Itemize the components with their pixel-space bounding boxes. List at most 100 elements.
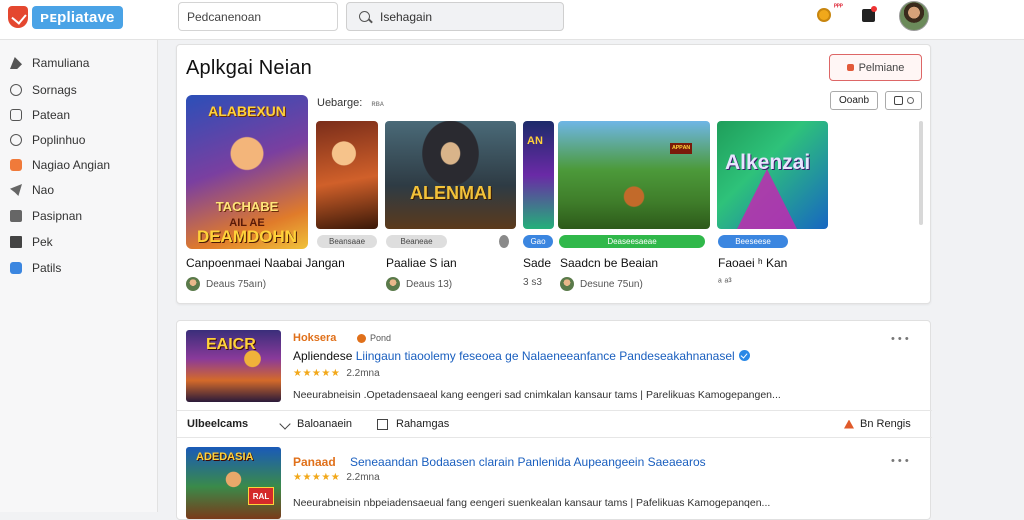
alert-icon: [844, 419, 854, 429]
sidebar: Ramuliana Sornags Patean Poplinhuo Nagia…: [0, 40, 158, 512]
action-checkbox[interactable]: Rahamgas: [377, 418, 449, 430]
sidebar-item-poplinhuo[interactable]: Poplinhuo: [10, 131, 85, 149]
triangle-shape: [737, 169, 797, 229]
rating-stars: ★★★★★ 2.2mna: [293, 472, 380, 483]
game-meta: Deaus 13): [386, 277, 452, 291]
tag-pill[interactable]: Gao: [523, 235, 553, 248]
pencil-icon: [279, 418, 291, 430]
sidebar-item-label: Ramuliana: [32, 56, 90, 70]
coin-icon[interactable]: [817, 8, 831, 22]
game-thumbnail-4[interactable]: ᴬᴾᴾᴬᴺ: [558, 121, 710, 229]
logo-text: ᴘᴇpliatave: [32, 5, 123, 29]
app-logo[interactable]: ᴘᴇpliatave: [8, 4, 123, 30]
more-options-icon[interactable]: • • •: [891, 455, 909, 467]
sidebar-item-nagiao-angian[interactable]: Nagiao Angian: [10, 156, 110, 174]
bag-icon[interactable]: [862, 6, 877, 22]
book-icon: [10, 236, 22, 248]
game-thumbnail-3[interactable]: AN: [523, 121, 554, 229]
filter-search-input[interactable]: Pedcanenoan: [178, 2, 338, 31]
sidebar-item-nao[interactable]: Nao: [10, 181, 54, 199]
game-thumbnail-2[interactable]: ALENMAI: [385, 121, 516, 229]
list-item-title[interactable]: Hoksera: [293, 332, 336, 344]
open-button[interactable]: Ooanb: [830, 91, 878, 110]
primary-button[interactable]: Pelmiane: [829, 54, 922, 81]
carousel-scrollbar[interactable]: [919, 121, 923, 225]
game-name[interactable]: Paaliae S ian: [386, 256, 457, 270]
grid-icon: [10, 210, 22, 222]
subheading-extra: ʀʙᴀ: [371, 99, 384, 108]
report-button[interactable]: Bn Rengis: [844, 418, 911, 430]
sidebar-item-ramuliana[interactable]: Ramuliana: [10, 54, 89, 72]
tag-pill[interactable]: Deaseesaeae: [559, 235, 705, 248]
play-dot-icon[interactable]: [499, 235, 509, 248]
bird-icon: [10, 184, 22, 196]
rating-count: 2.2mna: [346, 472, 380, 483]
report-label: Bn Rengis: [860, 418, 911, 430]
sidebar-item-pek[interactable]: Pek: [10, 233, 53, 251]
list-item-description: Neeurabneisin nbpeiadensaeual fang eenge…: [293, 497, 771, 509]
game-meta: Deaus 75aın): [186, 277, 266, 291]
verified-icon: [738, 350, 750, 361]
featured-card: Aplkgai Neian Pelmiane ALABEXUN TACHABE …: [176, 44, 931, 304]
headline-prefix: Apliendese: [293, 349, 353, 363]
developer-avatar: [560, 277, 574, 291]
action-edit[interactable]: Baloanaein: [279, 418, 352, 430]
game-name[interactable]: Saadcn be Beaian: [560, 256, 658, 270]
game-name[interactable]: Canpoenmaei Naabai Jangan: [186, 256, 345, 270]
action-checkbox-label: Rahamgas: [396, 418, 450, 430]
thumb-title: ᴬᴾᴾᴬᴺ: [670, 143, 692, 154]
tag-pill[interactable]: Beeseese: [718, 235, 788, 248]
list-item-thumbnail[interactable]: EAICR: [186, 330, 281, 402]
tag-pill[interactable]: Beaneae: [386, 235, 447, 248]
developer-avatar: [386, 277, 400, 291]
mountain-icon: [10, 57, 22, 69]
hero-name-text: DEAMDOHN: [196, 227, 298, 246]
list-item-title[interactable]: Panaad: [293, 455, 336, 469]
action-left-label: Ulbeelcams: [187, 418, 249, 430]
main-search-input[interactable]: Isehagain: [346, 2, 564, 31]
sidebar-item-patils[interactable]: Patils: [10, 259, 61, 277]
sidebar-item-label: Poplinhuo: [32, 133, 86, 147]
more-options-icon[interactable]: • • •: [891, 333, 909, 345]
list-item-headline[interactable]: Apliendese Liingaun tiaoolemy feseoea ge…: [293, 349, 750, 363]
badge-label: Pond: [370, 333, 392, 343]
game-meta-text: Desune 75un): [580, 278, 643, 290]
game-name[interactable]: Faoaei ʰ Kan: [718, 256, 787, 270]
section-subheading: Uebarge: ʀʙᴀ: [317, 97, 384, 109]
game-thumbnail-1[interactable]: [316, 121, 378, 229]
sidebar-item-label: Pasipnan: [32, 209, 83, 223]
tag-pill[interactable]: Beansaae: [317, 235, 377, 248]
square-icon: [10, 109, 22, 121]
view-toggle-button[interactable]: [885, 91, 922, 110]
list-item-headline[interactable]: Seneaandan Bodaasen clarain Panlenida Au…: [350, 455, 706, 469]
thumb-title: AN: [527, 135, 543, 147]
app-icon: [10, 159, 22, 171]
notification-badge: ᴾᴾᴾ: [834, 4, 843, 11]
primary-button-label: Pelmiane: [858, 61, 905, 74]
top-bar: ᴘᴇpliatave Pedcanenoan Isehagain ᴾᴾᴾ: [0, 0, 1024, 40]
thumb-title: ADEDASIA: [196, 451, 254, 463]
sidebar-item-pasipnan[interactable]: Pasipnan: [10, 207, 82, 225]
thumb-title: ALENMAI: [410, 183, 492, 203]
hero-game-image[interactable]: ALABEXUN TACHABE AIL AE DEAMDOHN: [186, 95, 308, 249]
action-left[interactable]: Ulbeelcams: [187, 418, 248, 430]
subheading-label: Uebarge:: [317, 97, 363, 109]
calendar-icon: [893, 96, 903, 105]
game-thumbnail-5[interactable]: Alkenzai: [717, 121, 828, 229]
rating-stars: ★★★★★ 2.2mna: [293, 368, 380, 379]
thumb-badge: RAL: [248, 487, 274, 505]
thumb-title: EAICR: [206, 336, 256, 353]
list-item-description: Neeurabneisin .Opetadensaeal kang eenger…: [293, 389, 781, 401]
sidebar-item-patean[interactable]: Patean: [10, 106, 70, 124]
game-name[interactable]: Sade: [523, 256, 551, 270]
list-item-thumbnail[interactable]: ADEDASIA RAL: [186, 447, 281, 519]
headline-text: Liingaun tiaoolemy feseoea ge Nalaeneean…: [355, 349, 735, 363]
checkbox-icon: [377, 418, 388, 430]
thumb-title: Alkenzai: [725, 151, 811, 174]
user-avatar[interactable]: [899, 1, 929, 31]
sidebar-item-sornags[interactable]: Sornags: [10, 81, 77, 99]
main-search-placeholder: Isehagain: [380, 9, 433, 24]
sidebar-item-label: Patils: [32, 261, 62, 275]
app-list-card: EAICR Hoksera Pond Apliendese Liingaun t…: [176, 320, 932, 520]
sidebar-item-label: Patean: [32, 108, 71, 122]
